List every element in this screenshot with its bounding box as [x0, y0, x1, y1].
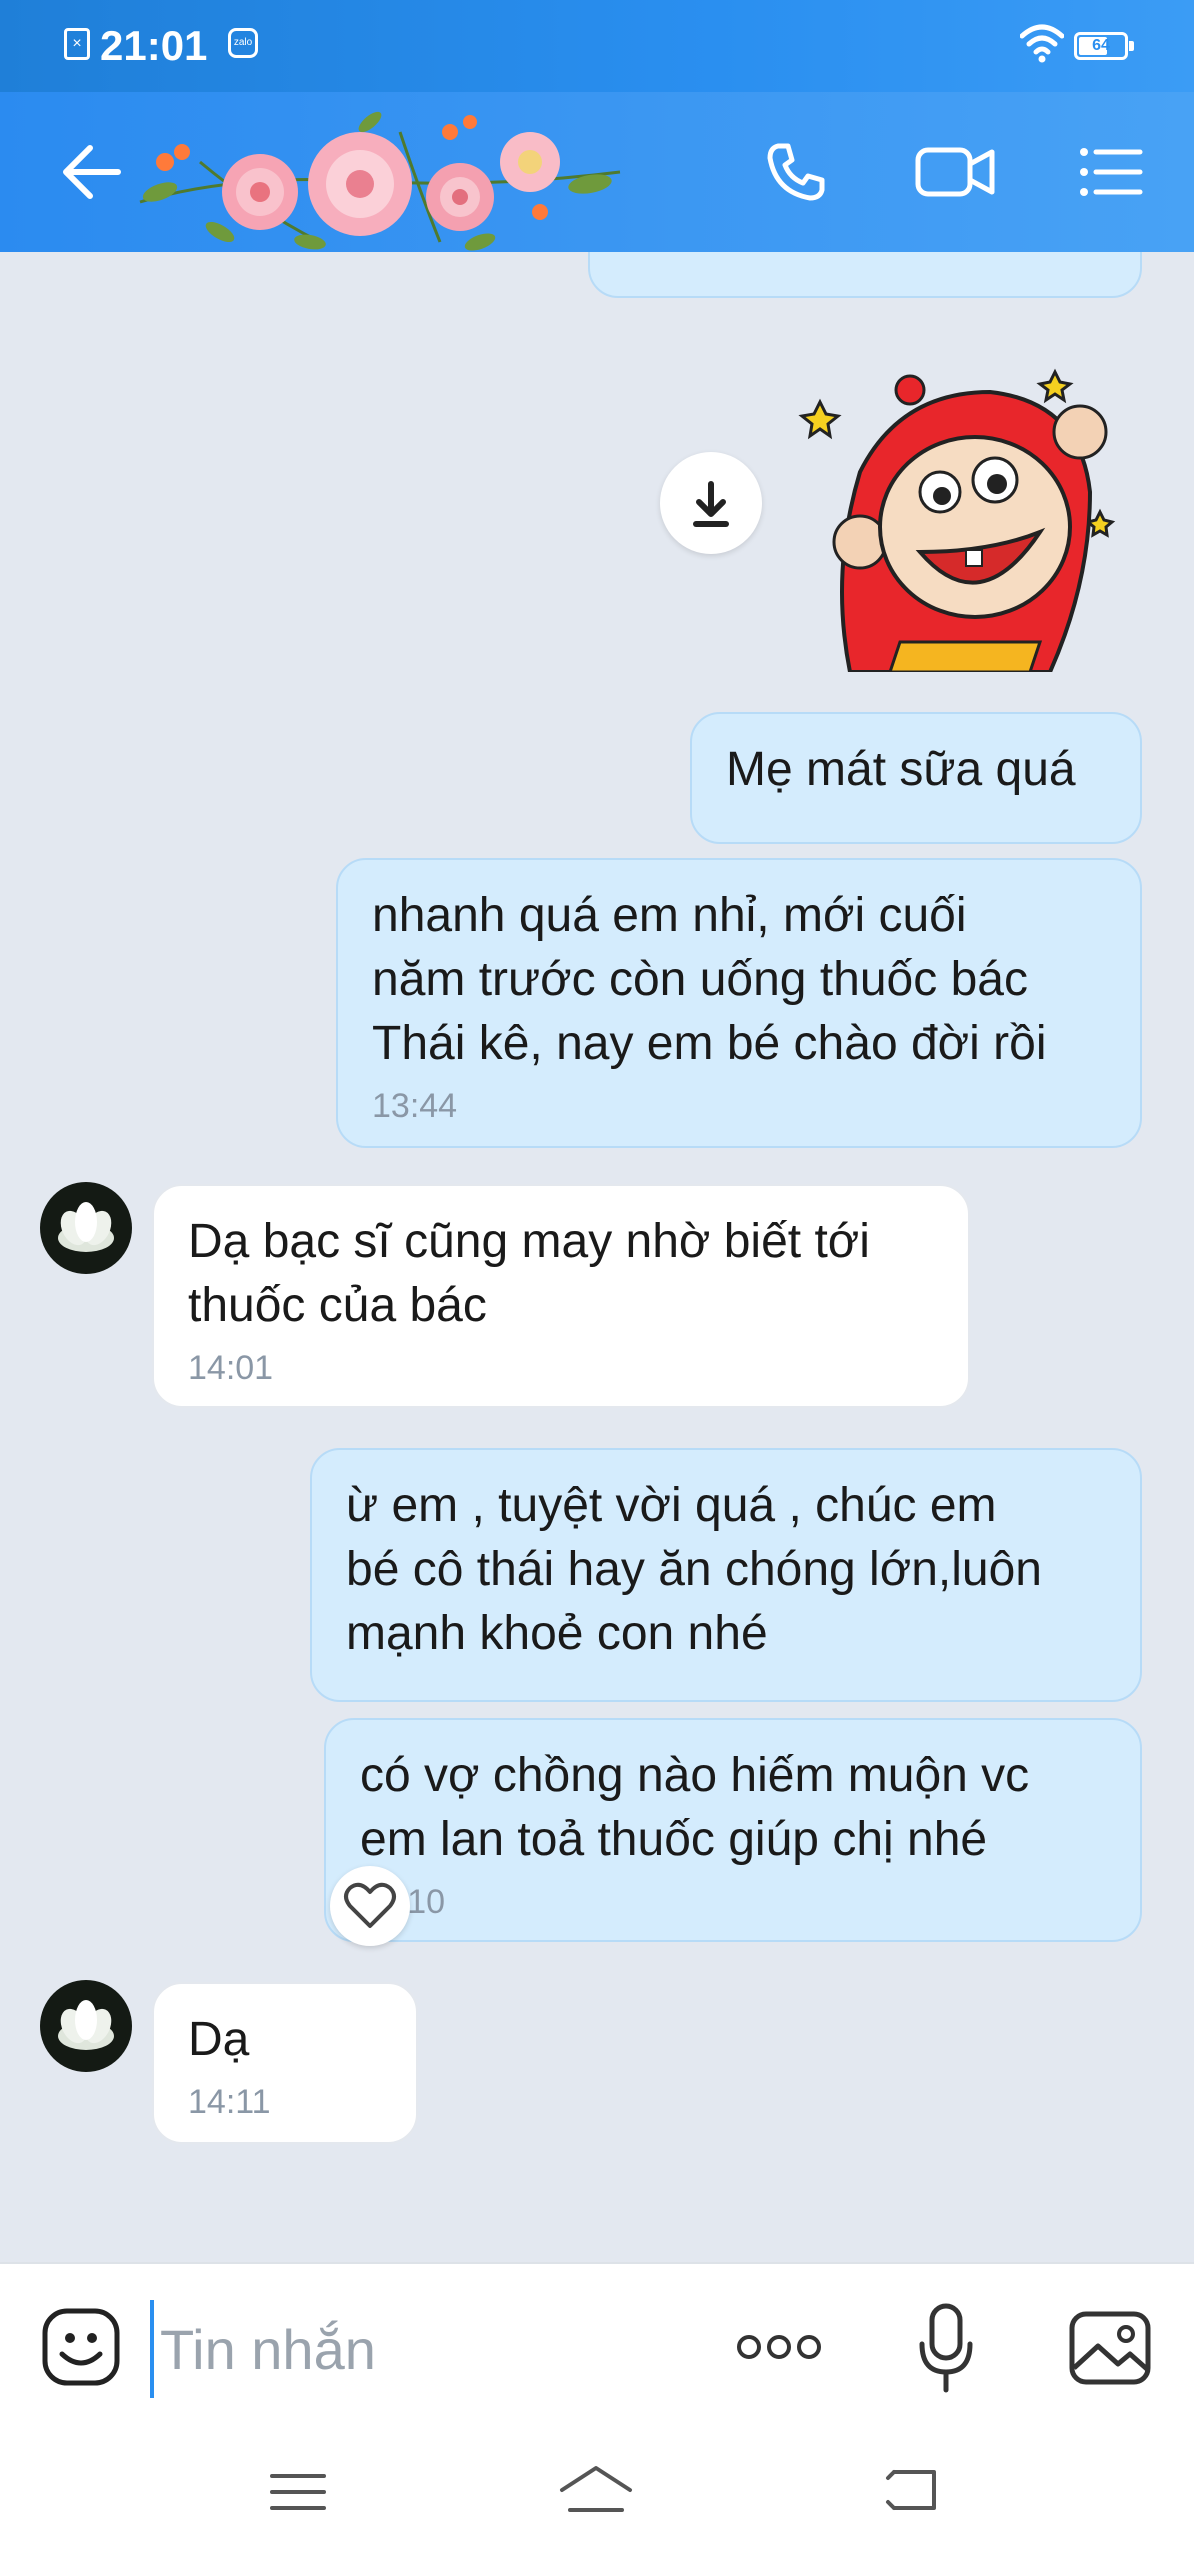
- video-call-icon[interactable]: [912, 136, 998, 208]
- message-bubble[interactable]: Dạ bạc sĩ cũng may nhờ biết tới thuốc củ…: [152, 1184, 970, 1408]
- message-text: Dạ bạc sĩ cũng may nhờ biết tới thuốc củ…: [188, 1215, 870, 1332]
- image-gallery-icon[interactable]: [1068, 2310, 1152, 2386]
- battery-percentage: 64: [1092, 37, 1110, 54]
- previous-message-bubble[interactable]: [588, 252, 1142, 298]
- wifi-icon: [1020, 24, 1064, 63]
- microphone-icon[interactable]: [914, 2300, 978, 2396]
- message-bubble[interactable]: Dạ 14:11: [152, 1982, 418, 2144]
- message-time: 14:11: [188, 2083, 271, 2121]
- download-icon: [693, 481, 729, 527]
- message-text: Mẹ mát sữa quá: [726, 743, 1076, 796]
- avatar[interactable]: [40, 1182, 132, 1274]
- lotus-avatar-image: [58, 1202, 114, 1252]
- message-bubble[interactable]: nhanh quá em nhỉ, mới cuối năm trước còn…: [336, 858, 1142, 1148]
- message-input[interactable]: [150, 2300, 682, 2398]
- message-text: ừ em , tuyệt vời quá , chúc em bé cô thá…: [346, 1479, 1042, 1660]
- recent-apps-icon[interactable]: [268, 2468, 328, 2516]
- menu-list-icon[interactable]: [1074, 136, 1146, 208]
- message-bubble[interactable]: có vợ chồng nào hiếm muộn vc em lan toả …: [324, 1718, 1142, 1942]
- battery-icon: 64: [1074, 32, 1134, 60]
- download-button[interactable]: [660, 452, 762, 554]
- chat-area: Mẹ mát sữa quá nhanh quá em nhỉ, mới cuố…: [0, 252, 1194, 2262]
- heart-icon: [344, 1882, 396, 1928]
- message-time: 14:01: [188, 1349, 274, 1387]
- more-options-icon[interactable]: [734, 2322, 824, 2372]
- message-time: 13:44: [372, 1087, 458, 1125]
- message-text: nhanh quá em nhỉ, mới cuối năm trước còn…: [372, 889, 1047, 1070]
- home-icon[interactable]: [556, 2462, 636, 2518]
- message-bubble[interactable]: Mẹ mát sữa quá: [690, 712, 1142, 844]
- zalo-notification-icon: zalo: [228, 28, 258, 58]
- phone-call-icon[interactable]: [760, 136, 832, 208]
- sim-card-icon: ×: [64, 28, 90, 60]
- message-text: Dạ: [188, 2013, 250, 2066]
- react-heart-button[interactable]: [330, 1866, 410, 1946]
- system-navigation-bar: [0, 2422, 1194, 2560]
- status-bar: × 21:01 zalo 64: [0, 0, 1194, 92]
- message-time: 14:10: [360, 1880, 1106, 1924]
- back-arrow-icon[interactable]: [56, 136, 128, 208]
- message-text: có vợ chồng nào hiếm muộn vc em lan toả …: [360, 1749, 1030, 1866]
- message-input-bar: [0, 2262, 1194, 2424]
- message-bubble[interactable]: ừ em , tuyệt vời quá , chúc em bé cô thá…: [310, 1448, 1142, 1702]
- emoji-sticker-icon[interactable]: [40, 2306, 122, 2388]
- flowers-decoration: [139, 111, 621, 251]
- lotus-avatar-image: [58, 2000, 114, 2050]
- status-time: 21:01: [100, 22, 208, 69]
- chat-header: [0, 92, 1194, 252]
- monkey-sticker[interactable]: [790, 352, 1130, 672]
- back-nav-icon[interactable]: [880, 2464, 944, 2516]
- avatar[interactable]: [40, 1980, 132, 2072]
